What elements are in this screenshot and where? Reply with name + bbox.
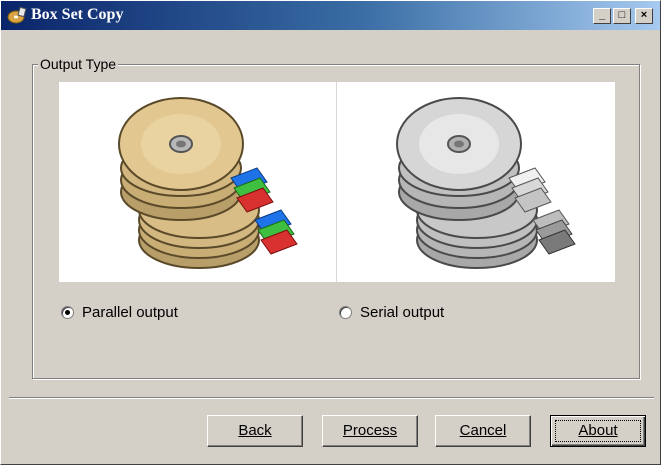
minimize-button[interactable]: _ — [593, 8, 611, 24]
maximize-button[interactable]: □ — [613, 8, 631, 24]
process-button[interactable]: Process — [322, 415, 418, 447]
radio-checked-icon[interactable] — [61, 306, 74, 319]
title-bar[interactable]: Box Set Copy _ □ × — [1, 1, 660, 30]
gray-disc-stack-icon — [396, 97, 576, 269]
button-separator — [9, 397, 654, 399]
output-type-legend: Output Type — [38, 56, 119, 72]
parallel-output-radio[interactable]: Parallel output — [61, 304, 178, 321]
serial-output-label[interactable]: Serial output — [360, 304, 444, 321]
back-button[interactable]: Back — [207, 415, 303, 447]
gold-disc-stack-icon — [118, 97, 298, 269]
close-button[interactable]: × — [635, 8, 653, 24]
cancel-button[interactable]: Cancel — [435, 415, 531, 447]
disc-app-icon — [7, 6, 27, 24]
serial-output-image[interactable] — [337, 82, 615, 282]
window-title: Box Set Copy — [31, 6, 124, 23]
output-image-panel — [59, 82, 615, 282]
box-set-copy-window: Box Set Copy _ □ × Output Type Parallel … — [0, 0, 661, 465]
about-button[interactable]: About — [550, 415, 646, 447]
radio-unchecked-icon[interactable] — [339, 306, 352, 319]
serial-output-radio[interactable]: Serial output — [339, 304, 444, 321]
parallel-output-image[interactable] — [59, 82, 336, 282]
parallel-output-label[interactable]: Parallel output — [82, 304, 178, 321]
